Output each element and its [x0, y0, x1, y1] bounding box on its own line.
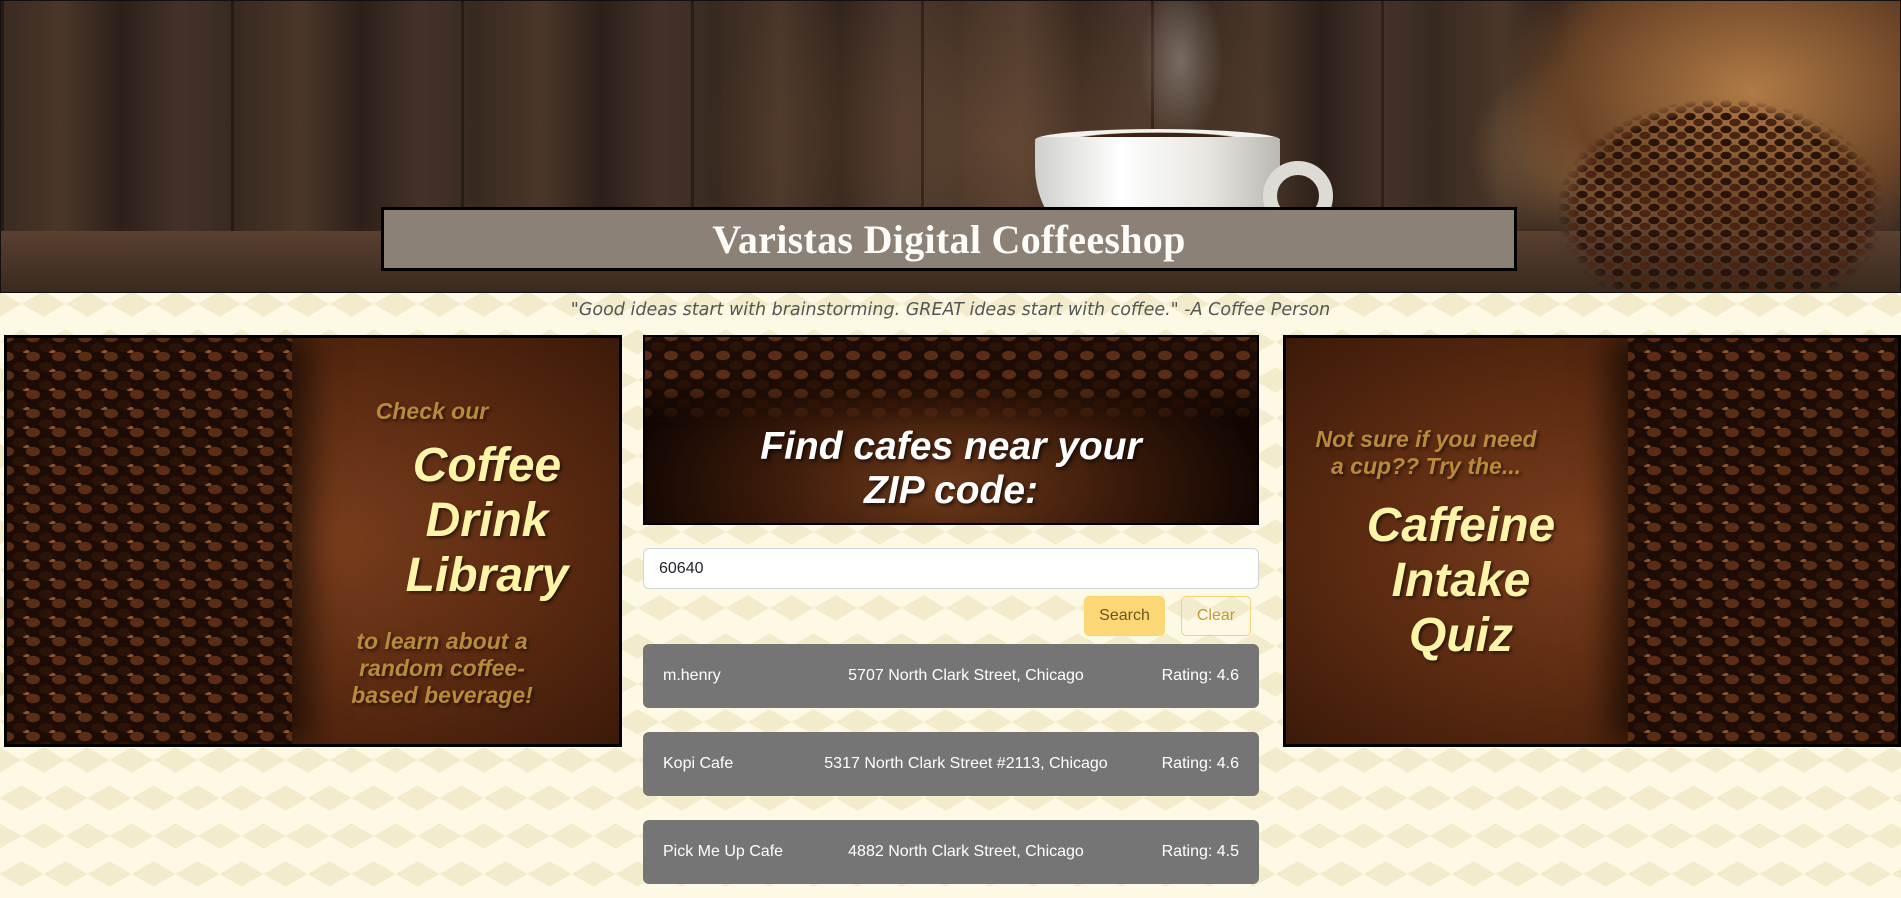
coffee-beans-image [7, 338, 292, 744]
hero-banner: Varistas Digital Coffeeshop [0, 0, 1901, 293]
steam-image [1081, 1, 1281, 131]
find-cafes-line: ZIP code: [863, 469, 1039, 512]
cafe-name: Pick Me Up Cafe [663, 843, 784, 860]
drink-library-link[interactable]: Check our Coffee Drink Library to learn … [4, 335, 622, 747]
cafe-address: 4882 North Clark Street, Chicago [848, 843, 1084, 860]
promo-title-line: Drink [425, 494, 549, 547]
promo-title-line: Caffeine [1366, 499, 1556, 552]
coffee-quote: "Good ideas start with brainstorming. GR… [570, 300, 1331, 320]
clear-button[interactable]: Clear [1181, 596, 1251, 636]
promo-intro-line: Not sure if you need [1315, 426, 1537, 452]
zip-code-input[interactable] [643, 548, 1259, 589]
cafe-address: 5707 North Clark Street, Chicago [848, 667, 1084, 684]
cafe-rating: Rating: 4.5 [1161, 843, 1239, 860]
coffee-beans-image [1628, 338, 1898, 744]
site-title: Varistas Digital Coffeeshop [712, 216, 1186, 262]
promo-intro-line: a cup?? Try the... [1331, 453, 1521, 479]
promo-title-line: Library [405, 549, 569, 602]
cafe-name: m.henry [663, 667, 721, 684]
promo-title-line: Coffee [412, 439, 562, 492]
promo-title: Caffeine Intake Quiz [1351, 498, 1571, 663]
cafe-rating: Rating: 4.6 [1161, 667, 1239, 684]
cafe-result-card[interactable]: Pick Me Up Cafe 4882 North Clark Street,… [643, 820, 1259, 884]
cafe-name: Kopi Cafe [663, 755, 734, 772]
promo-tagline-line: based beverage! [351, 682, 533, 708]
promo-tagline-line: to learn about a [356, 628, 528, 654]
cafe-address: 5317 North Clark Street #2113, Chicago [824, 755, 1108, 772]
promo-intro: Check our [375, 398, 489, 424]
find-cafes-heading: Find cafes near your ZIP code: [645, 425, 1257, 513]
find-cafes-banner: Find cafes near your ZIP code: [643, 335, 1259, 525]
find-cafes-line: Find cafes near your [760, 425, 1142, 468]
promo-tagline-line: random coffee- [359, 655, 525, 681]
site-title-box: Varistas Digital Coffeeshop [381, 207, 1517, 271]
cafe-rating: Rating: 4.6 [1161, 755, 1239, 772]
cafe-result-card[interactable]: m.henry 5707 North Clark Street, Chicago… [643, 644, 1259, 708]
promo-tagline: to learn about a random coffee- based be… [327, 628, 557, 709]
cafe-result-card[interactable]: Kopi Cafe 5317 North Clark Street #2113,… [643, 732, 1259, 796]
promo-intro: Not sure if you need a cup?? Try the... [1301, 426, 1551, 480]
promo-title: Coffee Drink Library [377, 438, 597, 603]
search-button[interactable]: Search [1084, 596, 1165, 636]
caffeine-quiz-link[interactable]: Not sure if you need a cup?? Try the... … [1283, 335, 1901, 747]
promo-title-line: Intake [1391, 554, 1531, 607]
promo-title-line: Quiz [1409, 609, 1513, 662]
coffee-beans-image [1501, 71, 1900, 292]
coffee-beans-image [645, 337, 1257, 425]
